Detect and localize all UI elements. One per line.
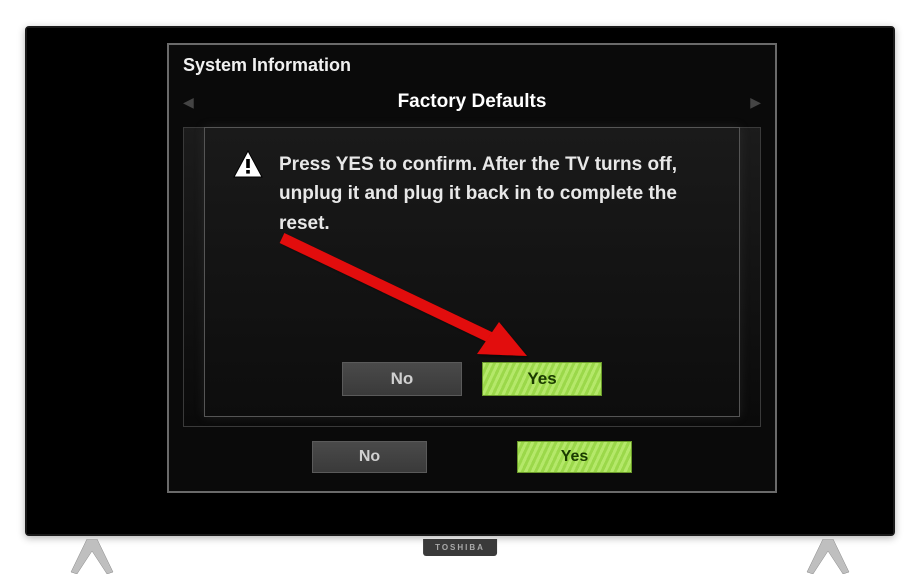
- tv-brand-label: TOSHIBA: [423, 539, 497, 556]
- tv-stand-right: [803, 539, 853, 574]
- subtitle-row: ◀ Factory Defaults ▶: [169, 87, 775, 123]
- outer-yes-button[interactable]: Yes: [517, 441, 632, 473]
- system-information-panel: System Information ◀ Factory Defaults ▶ …: [167, 43, 777, 493]
- nav-left-icon[interactable]: ◀: [183, 94, 194, 111]
- warning-icon: [233, 150, 263, 178]
- outer-no-button[interactable]: No: [312, 441, 427, 473]
- dialog-no-button[interactable]: No: [342, 362, 462, 396]
- panel-title: System Information: [169, 45, 775, 87]
- nav-right-icon[interactable]: ▶: [750, 94, 761, 111]
- dialog-buttons: No Yes: [205, 362, 739, 396]
- outer-buttons: No Yes: [169, 441, 775, 473]
- panel-subtitle: Factory Defaults: [398, 91, 547, 113]
- dialog-yes-button[interactable]: Yes: [482, 362, 602, 396]
- tv-screen: System Information ◀ Factory Defaults ▶ …: [27, 28, 893, 534]
- tv-stand-left: [67, 539, 117, 574]
- dialog-message: Press YES to confirm. After the TV turns…: [279, 150, 711, 238]
- tv-frame: System Information ◀ Factory Defaults ▶ …: [25, 26, 895, 536]
- dialog-content: Press YES to confirm. After the TV turns…: [233, 150, 711, 238]
- confirmation-dialog: Press YES to confirm. After the TV turns…: [204, 127, 740, 417]
